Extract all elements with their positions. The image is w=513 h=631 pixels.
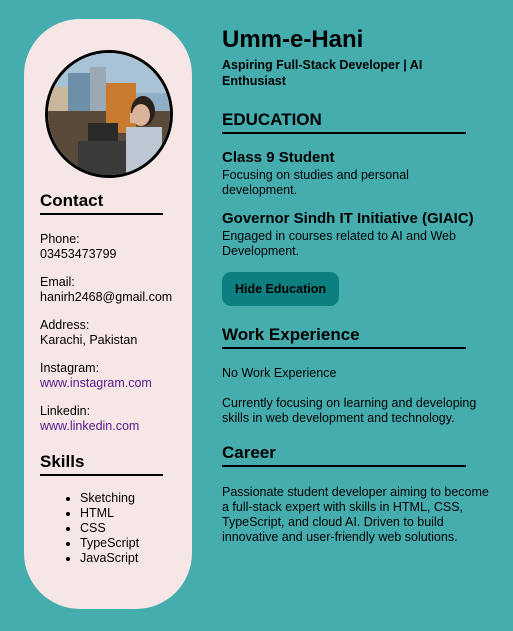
- skill-item: Sketching: [80, 491, 139, 506]
- email-label: Email:: [40, 275, 75, 289]
- career-description: Passionate student developer aiming to b…: [222, 485, 489, 544]
- skills-list: Sketching HTML CSS TypeScript JavaScript: [40, 491, 139, 566]
- hide-education-button[interactable]: Hide Education: [222, 272, 339, 306]
- instagram-link[interactable]: www.instagram.com: [40, 376, 152, 390]
- skill-item: TypeScript: [80, 536, 139, 551]
- work-none-text: No Work Experience: [222, 366, 337, 380]
- person-name: Umm-e-Hani: [222, 26, 364, 53]
- skill-item: JavaScript: [80, 551, 139, 566]
- contact-heading: Contact: [40, 191, 163, 215]
- linkedin-block: Linkedin: www.linkedin.com: [40, 404, 139, 434]
- resume-page: Contact Phone: 03453473799 Email: hanirh…: [0, 0, 513, 631]
- education-desc: Engaged in courses related to AI and Web…: [222, 229, 456, 258]
- profile-photo: [48, 53, 170, 175]
- address-block: Address: Karachi, Pakistan: [40, 318, 137, 348]
- sidebar: Contact Phone: 03453473799 Email: hanirh…: [24, 19, 192, 609]
- work-description: Currently focusing on learning and devel…: [222, 396, 477, 425]
- skill-item: HTML: [80, 506, 139, 521]
- email-value: hanirh2468@gmail.com: [40, 290, 173, 304]
- education-title: Governor Sindh IT Initiative (GIAIC): [222, 210, 474, 227]
- avatar: [45, 50, 173, 178]
- linkedin-link[interactable]: www.linkedin.com: [40, 419, 139, 433]
- instagram-label: Instagram:: [40, 361, 100, 375]
- skills-heading: Skills: [40, 452, 163, 476]
- tagline: Aspiring Full-Stack Developer | AI Enthu…: [222, 58, 423, 88]
- education-heading: EDUCATION: [222, 110, 466, 134]
- address-value: Karachi, Pakistan: [40, 333, 138, 347]
- work-experience-heading: Work Experience: [222, 325, 466, 349]
- instagram-block: Instagram: www.instagram.com: [40, 361, 152, 391]
- skill-item: CSS: [80, 521, 139, 536]
- career-heading: Career: [222, 443, 466, 467]
- education-desc: Focusing on studies and personal develop…: [222, 168, 409, 197]
- phone-value: 03453473799: [40, 247, 117, 261]
- email-block: Email: hanirh2468@gmail.com: [40, 275, 172, 305]
- phone-block: Phone: 03453473799: [40, 232, 116, 262]
- linkedin-label: Linkedin:: [40, 404, 91, 418]
- phone-label: Phone:: [40, 232, 80, 246]
- education-title: Class 9 Student: [222, 149, 335, 166]
- address-label: Address:: [40, 318, 90, 332]
